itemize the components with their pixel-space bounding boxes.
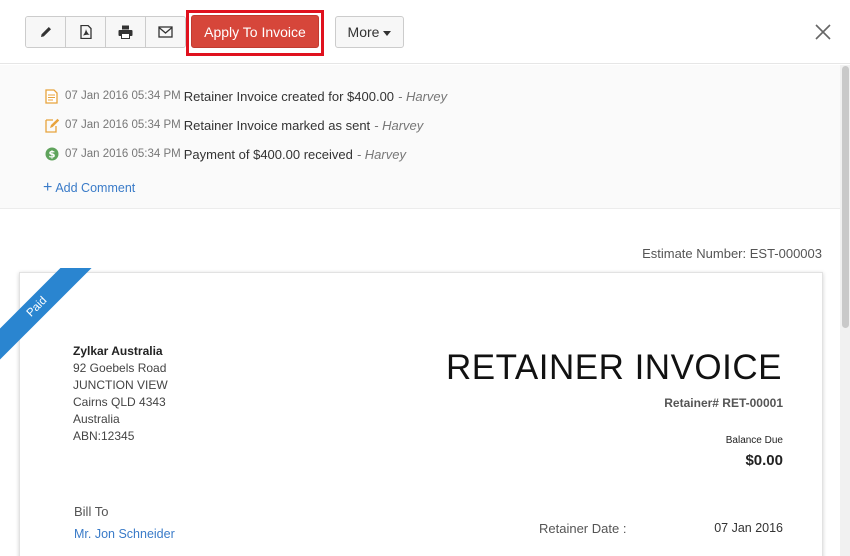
pencil-icon [40,27,51,37]
activity-user: - Harvey [356,146,406,162]
email-button[interactable] [146,17,185,47]
balance-due-label: Balance Due [725,435,783,446]
address-country: Australia [73,412,120,426]
organization-address: Zylkar Australia 92 Goebels Road JUNCTIO… [73,343,168,445]
activity-item: $ 07 Jan 2016 05:34 PM Payment of $400.0… [44,145,406,163]
pdf-button[interactable] [66,17,106,47]
caret-down-icon [383,30,392,36]
action-button-group [25,16,186,48]
retainer-number: Retainer# RET-00001 [664,396,783,410]
bill-to-label: Bill To [74,504,109,519]
activity-time: 07 Jan 2016 05:34 PM [65,148,181,160]
document-title: RETAINER INVOICE [445,348,782,387]
scrollbar-thumb[interactable] [842,66,849,328]
address-line: 92 Goebels Road [73,361,167,375]
activity-time: 07 Jan 2016 05:34 PM [65,119,181,131]
plus-icon: + [43,179,53,196]
printer-icon [118,25,133,39]
activity-message: Payment of $400.00 received [183,146,353,162]
activity-log: 07 Jan 2016 05:34 PM Retainer Invoice cr… [0,65,850,209]
address-line: Cairns QLD 4343 [73,395,166,409]
retainer-date-value: 07 Jan 2016 [714,521,783,535]
payment-icon: $ [44,146,60,162]
activity-message: Retainer Invoice created for $400.00 [183,88,395,104]
close-icon [815,24,831,40]
retainer-date-label: Retainer Date : [539,521,627,536]
edit-button[interactable] [26,17,66,47]
organization-abn: ABN:12345 [73,429,135,443]
activity-time: 07 Jan 2016 05:34 PM [65,90,181,102]
activity-item: 07 Jan 2016 05:34 PM Retainer Invoice cr… [44,87,447,105]
address-line: JUNCTION VIEW [73,378,168,392]
apply-to-invoice-button[interactable]: Apply To Invoice [191,15,319,48]
print-button[interactable] [106,17,146,47]
toolbar: Apply To Invoice More [0,0,850,64]
more-dropdown-button[interactable]: More [335,16,404,48]
activity-user: - Harvey [374,117,424,133]
close-button[interactable] [813,22,833,42]
pdf-icon [79,25,92,39]
activity-user: - Harvey [398,88,448,104]
document-icon [44,88,60,104]
estimate-number: Estimate Number: EST-000003 [642,246,822,261]
bill-to-customer-link[interactable]: Mr. Jon Schneider [74,527,175,541]
add-comment-link[interactable]: + Add Comment [43,179,136,196]
balance-due-value: $0.00 [745,452,783,469]
activity-item: 07 Jan 2016 05:34 PM Retainer Invoice ma… [44,116,423,134]
add-comment-label: Add Comment [55,181,136,195]
more-label: More [347,24,380,40]
svg-text:$: $ [49,150,56,161]
sent-icon [44,117,60,133]
organization-name: Zylkar Australia [73,344,163,358]
envelope-icon [158,26,173,38]
activity-message: Retainer Invoice marked as sent [183,117,371,133]
